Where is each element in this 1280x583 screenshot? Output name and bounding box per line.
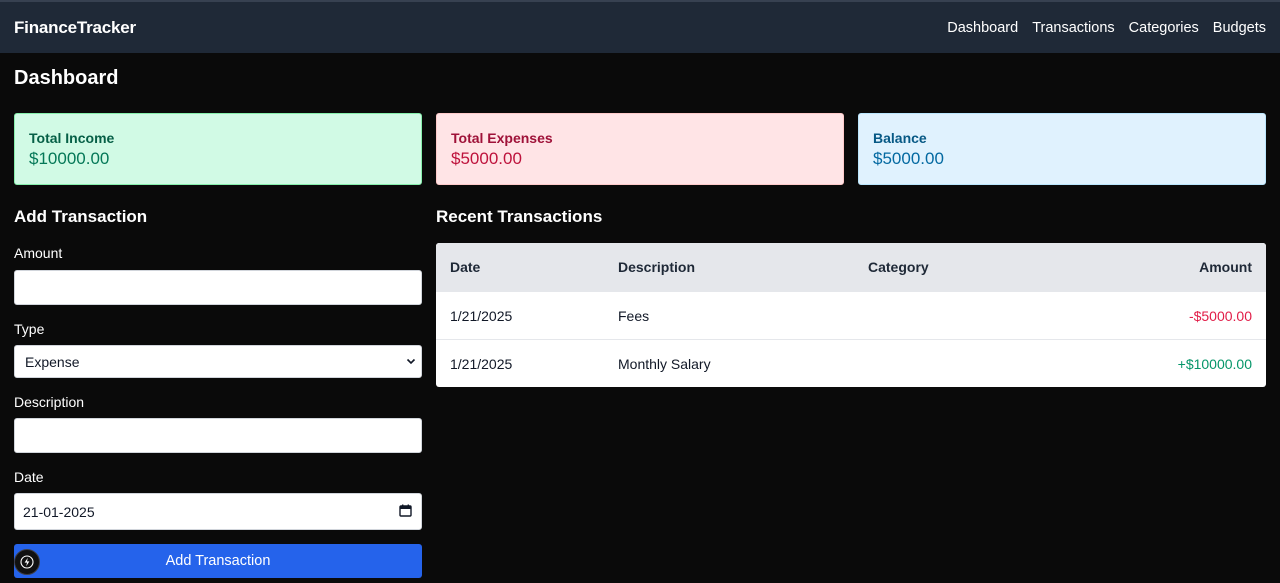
- calendar-icon[interactable]: [399, 504, 412, 520]
- row-amount: -$5000.00: [1188, 307, 1252, 324]
- total-income-card: Total Income $10000.00: [14, 113, 422, 185]
- amount-input[interactable]: [14, 270, 422, 305]
- table-header: Date Description Category Amount: [436, 243, 1266, 291]
- row-date: 1/21/2025: [450, 307, 513, 324]
- description-label: Description: [14, 394, 85, 410]
- table-row[interactable]: 1/21/2025 Monthly Salary +$10000.00: [436, 339, 1266, 387]
- lightning-icon[interactable]: [14, 549, 40, 575]
- type-label: Type: [14, 321, 45, 337]
- balance-card: Balance $5000.00: [858, 113, 1266, 185]
- total-expenses-value: $5000.00: [451, 149, 522, 168]
- nav-budgets[interactable]: Budgets: [1213, 20, 1266, 36]
- row-date: 1/21/2025: [450, 355, 513, 372]
- date-label: Date: [14, 469, 44, 485]
- date-input-value: 21-01-2025: [23, 503, 95, 520]
- row-description: Fees: [618, 307, 650, 324]
- date-input[interactable]: 21-01-2025: [14, 493, 422, 530]
- balance-label: Balance: [873, 130, 927, 146]
- add-transaction-heading: Add Transaction: [14, 207, 148, 226]
- nav-transactions[interactable]: Transactions: [1032, 20, 1114, 36]
- nav-categories[interactable]: Categories: [1129, 20, 1199, 36]
- total-income-label: Total Income: [29, 130, 115, 146]
- balance-value: $5000.00: [873, 149, 944, 168]
- transactions-table: Date Description Category Amount 1/21/20…: [436, 243, 1266, 387]
- column-header-amount: Amount: [1199, 259, 1252, 275]
- brand-logo[interactable]: FinanceTracker: [14, 18, 136, 38]
- type-select[interactable]: Expense: [14, 345, 422, 378]
- row-amount: +$10000.00: [1177, 355, 1252, 372]
- column-header-category: Category: [868, 259, 929, 275]
- row-description: Monthly Salary: [618, 355, 711, 372]
- table-row[interactable]: 1/21/2025 Fees -$5000.00: [436, 291, 1266, 339]
- column-header-description: Description: [618, 259, 696, 275]
- column-header-date: Date: [450, 259, 481, 275]
- recent-transactions-heading: Recent Transactions: [436, 207, 603, 226]
- type-select-value: Expense: [25, 353, 80, 370]
- top-navbar: FinanceTracker Dashboard Transactions Ca…: [0, 0, 1280, 53]
- total-expenses-card: Total Expenses $5000.00: [436, 113, 844, 185]
- total-expenses-label: Total Expenses: [451, 130, 553, 146]
- amount-label: Amount: [14, 245, 63, 261]
- chevron-down-icon: [405, 354, 417, 370]
- add-transaction-button[interactable]: Add Transaction: [14, 544, 422, 578]
- total-income-value: $10000.00: [29, 149, 110, 168]
- page-title: Dashboard: [14, 67, 119, 89]
- description-input[interactable]: [14, 418, 422, 453]
- nav-dashboard[interactable]: Dashboard: [947, 20, 1018, 36]
- main-nav: Dashboard Transactions Categories Budget…: [947, 20, 1266, 36]
